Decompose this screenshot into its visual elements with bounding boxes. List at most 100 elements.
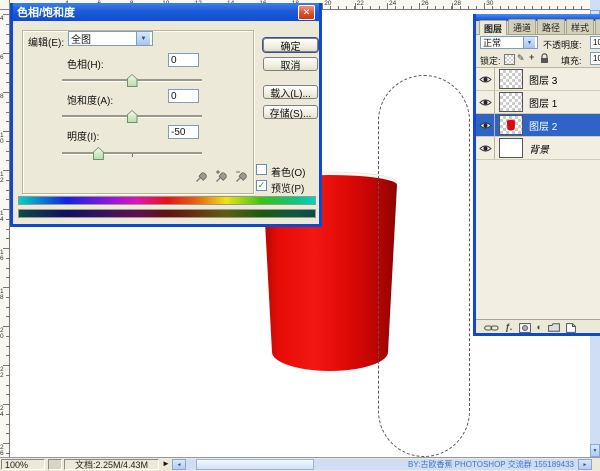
dialog-titlebar[interactable]: 色相/饱和度 ✕	[13, 3, 319, 21]
lock-position-icon[interactable]: +	[529, 53, 534, 62]
new-layer-icon[interactable]	[566, 323, 576, 333]
ruler-tick	[6, 297, 9, 298]
horizontal-scrollbar[interactable]: BY:古欧香蕉 PHOTOSHOP 交流群 155189433	[186, 459, 578, 470]
zoom-level[interactable]: 100%	[1, 459, 45, 470]
layers-bottom-toolbar: ƒ. ◐	[476, 319, 600, 335]
layer-name: 图层 2	[529, 118, 557, 133]
visibility-cell[interactable]	[476, 68, 495, 90]
ruler-number: 22	[357, 0, 364, 7]
scroll-left-icon[interactable]: ◄	[172, 459, 186, 470]
layer-row[interactable]: 图层 3	[476, 68, 600, 91]
panel-tab-2[interactable]: 通道	[508, 19, 536, 34]
lock-transparency-icon[interactable]	[504, 54, 515, 65]
ruler-tick	[338, 6, 339, 9]
ruler-tick	[6, 190, 9, 191]
adjustment-layer-icon[interactable]: ◐	[537, 323, 542, 332]
ok-button[interactable]: 确定	[263, 38, 318, 52]
layer-row[interactable]: 背景	[476, 137, 600, 160]
link-layers-icon[interactable]	[484, 324, 499, 332]
lightness-label: 明度(I):	[67, 128, 99, 143]
ruler-tick	[6, 336, 9, 337]
cancel-button[interactable]: 取消	[263, 57, 318, 71]
marquee-selection[interactable]	[378, 75, 470, 457]
status-bar: 100% 文档:2.25M/4.43M ► ◄ BY:古欧香蕉 PHOTOSHO…	[0, 457, 600, 470]
layer-row[interactable]: 图层 1	[476, 91, 600, 114]
scroll-right-icon[interactable]: ►	[578, 459, 592, 470]
eye-icon[interactable]	[479, 75, 492, 84]
ruler-tick	[500, 6, 501, 9]
new-group-icon[interactable]	[548, 323, 560, 332]
saturation-input[interactable]: 0	[168, 89, 199, 103]
layer-name: 背景	[529, 141, 549, 156]
blend-mode-dropdown[interactable]: 正常 ▼	[480, 36, 538, 49]
panel-tab-3[interactable]: 路径	[537, 19, 565, 34]
layer-thumbnail[interactable]	[499, 92, 523, 112]
ruler-tick	[6, 43, 9, 44]
lock-pixels-icon[interactable]: ✎	[517, 54, 525, 63]
status-icon	[48, 459, 62, 470]
opacity-value[interactable]: 100	[590, 36, 600, 49]
layer-thumbnail[interactable]	[499, 115, 523, 135]
ruler-tick	[508, 6, 509, 9]
lock-all-icon[interactable]	[540, 53, 549, 64]
ruler-number: 22	[0, 367, 5, 378]
fill-value[interactable]: 100	[590, 52, 600, 65]
close-icon[interactable]: ✕	[298, 5, 315, 20]
status-menu-arrow-icon[interactable]: ►	[162, 459, 170, 468]
ruler-tick	[6, 24, 9, 25]
chevron-down-icon[interactable]: ▼	[523, 37, 535, 48]
ruler-tick	[6, 375, 9, 376]
eye-icon[interactable]	[479, 144, 492, 153]
hue-spectrum-input-bar	[18, 196, 316, 205]
visibility-cell[interactable]	[476, 91, 495, 113]
document-info[interactable]: 文档:2.25M/4.43M	[64, 459, 159, 470]
edit-dropdown[interactable]: 全图 ▼	[68, 31, 153, 46]
panel-tab-5[interactable]: 色	[595, 19, 600, 34]
eye-icon[interactable]	[479, 121, 492, 130]
visibility-cell[interactable]	[476, 114, 495, 136]
hue-slider[interactable]	[62, 79, 202, 82]
layer-thumbnail[interactable]	[499, 138, 523, 158]
ruler-tick	[6, 268, 9, 269]
saturation-label: 饱和度(A):	[67, 92, 113, 107]
ruler-tick	[6, 73, 9, 74]
ruler-tick-major	[322, 3, 323, 9]
ruler-tick	[6, 316, 9, 317]
layer-mask-icon[interactable]	[519, 323, 531, 333]
ruler-number: 10	[0, 133, 5, 144]
ruler-tick	[516, 6, 517, 9]
layer-style-icon[interactable]: ƒ.	[505, 323, 513, 332]
lightness-slider[interactable]	[62, 152, 202, 155]
load-button[interactable]: 载入(L)...	[263, 85, 318, 99]
ruler-tick-major	[452, 3, 453, 9]
eyedropper-minus-icon[interactable]	[235, 168, 248, 183]
layer-name: 图层 3	[529, 72, 557, 87]
ruler-number: 8	[0, 94, 5, 100]
saturation-slider[interactable]	[62, 115, 202, 118]
layer-row[interactable]: 图层 2	[476, 114, 600, 137]
visibility-cell[interactable]	[476, 137, 495, 159]
layer-thumbnail[interactable]	[499, 69, 523, 89]
fill-label: 填充:	[561, 54, 582, 67]
eyedropper-icon[interactable]	[195, 168, 208, 183]
save-button[interactable]: 存储(S)...	[263, 105, 318, 119]
chevron-down-icon[interactable]: ▼	[136, 32, 150, 45]
scroll-down-icon[interactable]: ▼	[590, 444, 600, 457]
ruler-tick	[565, 6, 566, 9]
ruler-tick	[6, 141, 9, 142]
preview-checkbox[interactable]: ✓	[256, 180, 267, 191]
eyedropper-plus-icon[interactable]	[215, 168, 228, 183]
edit-dropdown-value: 全图	[71, 31, 91, 46]
panel-tab-1[interactable]: 图层	[479, 20, 507, 35]
lightness-input[interactable]: -50	[168, 125, 199, 139]
hue-spectrum-output-bar	[18, 209, 316, 218]
eye-icon[interactable]	[479, 98, 492, 107]
colorize-checkbox[interactable]	[256, 164, 267, 175]
ruler-tick	[6, 424, 9, 425]
hue-input[interactable]: 0	[168, 53, 199, 67]
colorize-label: 着色(O)	[271, 164, 305, 179]
ruler-tick	[403, 6, 404, 9]
horizontal-scrollbar-thumb[interactable]	[196, 459, 314, 470]
panel-tab-4[interactable]: 样式	[566, 19, 594, 34]
layers-panel: 图层通道路径样式色 正常 ▼ 不透明度: 100 锁定: ✎ + 填充: 100…	[473, 14, 600, 336]
